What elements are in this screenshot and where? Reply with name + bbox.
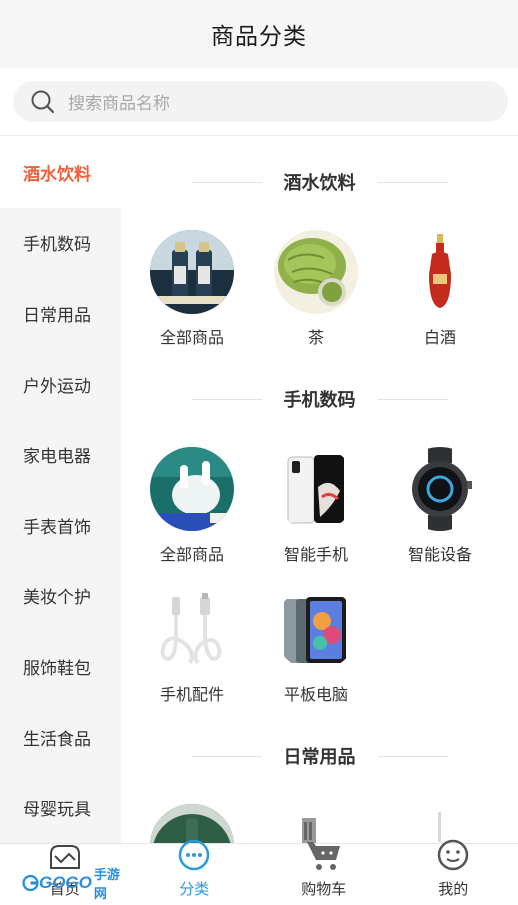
sidebar-item-digital[interactable]: 手机数码 [0, 208, 121, 279]
subcategory-all-digital[interactable]: 全部商品 [132, 447, 252, 567]
sidebar-item-label: 家电电器 [23, 447, 91, 468]
divider [191, 181, 262, 183]
section-title-text: 手机数码 [283, 390, 356, 411]
tea-image [274, 230, 358, 314]
usb-cable-image [150, 587, 234, 671]
subcategory-label: 全部商品 [159, 328, 224, 347]
category-content: 酒水饮料 全部商品 茶 白酒 手机数码 全部商品 智能手机 智能设备 手机配件 … [121, 137, 518, 843]
divider [377, 181, 448, 183]
smartphone-image [274, 447, 358, 531]
watermark-logo-icon [22, 874, 39, 892]
watermark-text: GOGO [38, 873, 92, 892]
tablet-image [274, 587, 358, 671]
subcategory-baijiu[interactable]: 白酒 [380, 230, 500, 350]
section-title-text: 日常用品 [283, 747, 356, 768]
watermark-text-cn: 手游网 [93, 867, 120, 901]
baijiu-bottle-image [398, 230, 482, 314]
search-icon [30, 89, 56, 115]
subcategory-smart-devices[interactable]: 智能设备 [380, 447, 500, 567]
sidebar-item-label: 美妆个护 [23, 588, 91, 609]
section-title: 手机数码 [121, 384, 518, 414]
subcategory-tablet[interactable]: 平板电脑 [256, 587, 376, 707]
subcategory-label: 智能设备 [407, 545, 472, 564]
sidebar-item-label: 服饰鞋包 [23, 658, 91, 679]
sidebar-item-label: 生活食品 [23, 729, 91, 750]
subcategory-phone-accessories[interactable]: 手机配件 [132, 587, 252, 707]
divider [191, 755, 262, 757]
category-sidebar: 酒水饮料 手机数码 日常用品 户外运动 家电电器 手表首饰 美妆个护 服饰鞋包 … [0, 137, 121, 843]
divider [377, 755, 448, 757]
earbuds-image [150, 447, 234, 531]
smartwatch-image [398, 447, 482, 531]
liquor-gift-box-image [150, 230, 234, 314]
sidebar-item-beauty[interactable]: 美妆个护 [0, 561, 121, 632]
subcategory-tea[interactable]: 茶 [256, 230, 376, 350]
tab-label: 我的 [438, 880, 469, 898]
tab-category[interactable]: 分类 [130, 839, 260, 905]
sidebar-item-outdoor[interactable]: 户外运动 [0, 349, 121, 420]
tab-cart[interactable]: 购物车 [259, 842, 389, 905]
sidebar-item-label: 手表首饰 [23, 517, 91, 538]
sidebar-item-appliances[interactable]: 家电电器 [0, 419, 121, 490]
subcategory-all-drinks[interactable]: 全部商品 [132, 230, 252, 350]
subcategory-smartphone[interactable]: 智能手机 [256, 447, 376, 567]
sidebar-item-label: 母婴玩具 [23, 800, 91, 821]
divider [377, 398, 448, 400]
page-title: 商品分类 [211, 24, 307, 50]
sidebar-item-watches[interactable]: 手表首饰 [0, 490, 121, 561]
sidebar-item-label: 酒水饮料 [23, 164, 91, 185]
sidebar-item-label: 手机数码 [23, 235, 91, 256]
subcategory-label: 手机配件 [159, 685, 224, 704]
search-input[interactable]: 搜索商品名称 [13, 81, 508, 122]
sidebar-item-apparel[interactable]: 服饰鞋包 [0, 631, 121, 702]
sidebar-item-drinks[interactable]: 酒水饮料 [0, 137, 121, 208]
sidebar-item-daily[interactable]: 日常用品 [0, 278, 121, 349]
subcategory-label: 白酒 [423, 328, 456, 347]
section-title-text: 酒水饮料 [283, 173, 356, 194]
page-header: 商品分类 [0, 0, 518, 68]
tab-profile[interactable]: 我的 [389, 839, 518, 905]
subcategory-label: 智能手机 [283, 545, 348, 564]
section-title: 酒水饮料 [121, 167, 518, 197]
subcategory-label: 茶 [307, 328, 324, 347]
cart-icon [304, 838, 344, 876]
category-icon [177, 838, 211, 876]
search-placeholder: 搜索商品名称 [68, 94, 170, 114]
tab-label: 分类 [179, 880, 210, 898]
sidebar-item-label: 户外运动 [23, 376, 91, 397]
section-title: 日常用品 [121, 741, 518, 771]
subcategory-label: 平板电脑 [283, 685, 348, 704]
search-bar-container: 搜索商品名称 [0, 68, 518, 136]
profile-icon [436, 838, 470, 876]
subcategory-label: 全部商品 [159, 545, 224, 564]
divider [191, 398, 262, 400]
sidebar-item-food[interactable]: 生活食品 [0, 702, 121, 773]
site-watermark: GOGO 手游网 [22, 867, 124, 901]
sidebar-item-label: 日常用品 [23, 305, 91, 326]
tab-label: 购物车 [301, 880, 347, 898]
sidebar-item-baby[interactable]: 母婴玩具 [0, 772, 121, 843]
